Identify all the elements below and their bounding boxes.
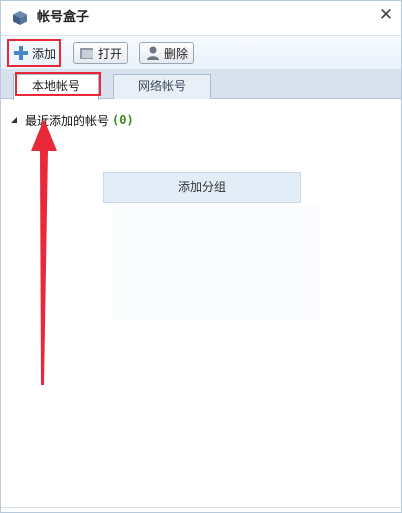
close-icon[interactable]: ✕ bbox=[378, 5, 394, 25]
folder-icon bbox=[80, 48, 93, 59]
user-remove-icon bbox=[147, 46, 159, 60]
open-button-label: 打开 bbox=[98, 46, 123, 61]
tree-group-recent[interactable]: 最近添加的帐号 (0) bbox=[9, 111, 134, 129]
toolbar: 添加 打开 删除 bbox=[1, 35, 401, 69]
window-title: 帐号盒子 bbox=[37, 10, 90, 25]
add-group-button[interactable]: 添加分组 bbox=[103, 172, 301, 203]
account-box-window: 帐号盒子 ✕ 添加 打开 删除 本地帐号 网络帐号 最近添加的帐号 (0) 添加… bbox=[0, 0, 402, 513]
tree-group-count: (0) bbox=[112, 113, 134, 127]
box-icon bbox=[13, 11, 27, 25]
open-button[interactable]: 打开 bbox=[73, 42, 129, 64]
tab-network-accounts[interactable]: 网络帐号 bbox=[113, 74, 211, 99]
expand-triangle-icon bbox=[11, 117, 17, 123]
add-button-label: 添加 bbox=[32, 46, 57, 61]
title-bar: 帐号盒子 ✕ bbox=[1, 1, 401, 35]
delete-button-label: 删除 bbox=[164, 46, 189, 61]
annotation-arrow-icon bbox=[31, 119, 57, 385]
add-button[interactable]: 添加 bbox=[7, 39, 62, 67]
bottom-divider bbox=[1, 507, 401, 508]
annotation-highlight-box bbox=[15, 72, 101, 96]
delete-button[interactable]: 删除 bbox=[139, 42, 195, 64]
plus-icon bbox=[14, 46, 28, 60]
empty-area bbox=[113, 206, 319, 321]
